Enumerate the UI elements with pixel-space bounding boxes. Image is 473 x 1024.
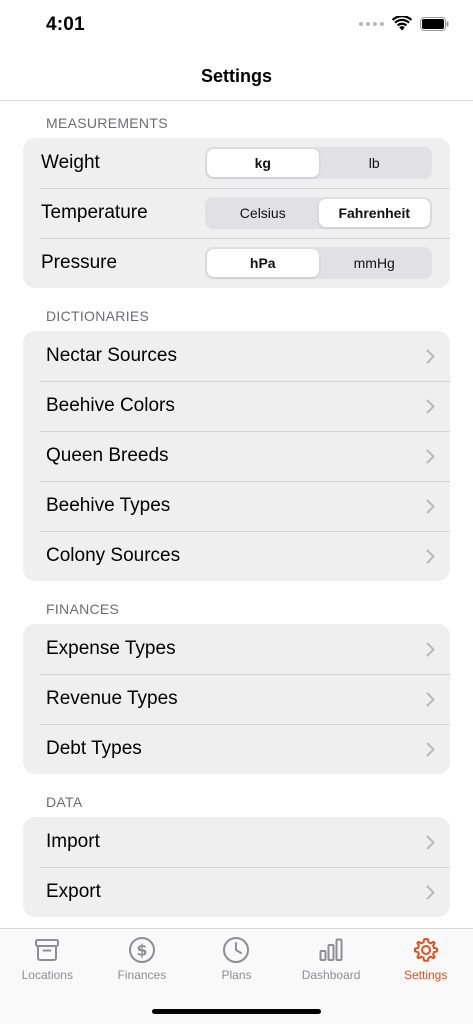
chevron-right-icon xyxy=(410,885,450,900)
signal-dots-icon xyxy=(359,21,384,26)
list-item-label: Export xyxy=(46,881,101,902)
chevron-right-icon xyxy=(410,399,450,414)
gear-icon xyxy=(413,938,438,962)
tab-label: Locations xyxy=(21,968,73,982)
list-item-label: Nectar Sources xyxy=(46,345,177,366)
weight-row: Weight kg lb xyxy=(23,138,450,188)
list-item-label: Debt Types xyxy=(46,738,142,759)
temperature-label: Temperature xyxy=(41,202,148,223)
status-time: 4:01 xyxy=(46,14,85,35)
list-item-beehive-colors[interactable]: Beehive Colors xyxy=(23,381,450,431)
temperature-option-fahrenheit[interactable]: Fahrenheit xyxy=(318,199,430,227)
chevron-right-icon xyxy=(410,349,450,364)
list-item-label: Import xyxy=(46,831,100,852)
temperature-option-celsius[interactable]: Celsius xyxy=(207,199,319,227)
list-item-label: Expense Types xyxy=(46,638,176,659)
list-item-label: Revenue Types xyxy=(46,688,178,709)
page-title: Settings xyxy=(200,65,272,86)
chevron-right-icon xyxy=(410,449,450,464)
weight-label: Weight xyxy=(41,152,100,173)
list-item-expense-types[interactable]: Expense Types xyxy=(23,624,450,674)
section-header-data: DATA xyxy=(46,794,83,810)
chevron-right-icon xyxy=(410,692,450,707)
pressure-option-hpa[interactable]: hPa xyxy=(207,249,319,277)
home-indicator[interactable] xyxy=(152,1009,321,1014)
tab-finances[interactable]: $ Finances xyxy=(95,929,190,991)
section-header-finances: FINANCES xyxy=(46,601,120,617)
battery-icon xyxy=(420,16,449,31)
list-item-queen-breeds[interactable]: Queen Breeds xyxy=(23,431,450,481)
list-item-colony-sources[interactable]: Colony Sources xyxy=(23,531,450,581)
navigation-bar: Settings xyxy=(0,52,473,101)
weight-option-kg[interactable]: kg xyxy=(207,149,319,177)
chevron-right-icon xyxy=(410,642,450,657)
chevron-right-icon xyxy=(410,549,450,564)
measurements-group: Weight kg lb Temperature Celsius Fahrenh… xyxy=(23,138,450,288)
section-header-dictionaries: DICTIONARIES xyxy=(46,308,150,324)
chevron-right-icon xyxy=(410,835,450,850)
status-bar: 4:01 xyxy=(0,0,473,52)
list-item-label: Beehive Types xyxy=(46,495,171,516)
chevron-right-icon xyxy=(410,742,450,757)
tab-label: Settings xyxy=(403,968,448,982)
archive-box-icon xyxy=(35,939,60,961)
dictionaries-group: Nectar Sources Beehive Colors Queen Bree… xyxy=(23,331,450,581)
pressure-label: Pressure xyxy=(41,252,118,273)
tab-settings[interactable]: Settings xyxy=(378,929,473,991)
weight-option-lb[interactable]: lb xyxy=(319,149,431,177)
temperature-unit-segmented-control[interactable]: Celsius Fahrenheit xyxy=(205,197,432,229)
tab-label: Plans xyxy=(221,968,252,982)
status-icons xyxy=(359,16,449,31)
list-item-debt-types[interactable]: Debt Types xyxy=(23,724,450,774)
tab-plans[interactable]: Plans xyxy=(189,929,284,991)
clock-icon xyxy=(223,937,250,963)
list-item-import[interactable]: Import xyxy=(23,817,450,867)
tab-label: Dashboard xyxy=(301,968,361,982)
settings-list[interactable]: MEASUREMENTS Weight kg lb Temperature Ce… xyxy=(0,101,473,928)
list-item-label: Colony Sources xyxy=(46,545,181,566)
pressure-option-mmhg[interactable]: mmHg xyxy=(319,249,431,277)
weight-unit-segmented-control[interactable]: kg lb xyxy=(205,147,432,179)
wifi-icon xyxy=(392,16,412,31)
tab-locations[interactable]: Locations xyxy=(0,929,95,991)
chevron-right-icon xyxy=(410,499,450,514)
list-item-revenue-types[interactable]: Revenue Types xyxy=(23,674,450,724)
data-group: Import Export xyxy=(23,817,450,917)
finances-group: Expense Types Revenue Types Debt Types xyxy=(23,624,450,774)
tab-dashboard[interactable]: Dashboard xyxy=(284,929,379,991)
list-item-label: Queen Breeds xyxy=(46,445,169,466)
list-item-beehive-types[interactable]: Beehive Types xyxy=(23,481,450,531)
temperature-row: Temperature Celsius Fahrenheit xyxy=(23,188,450,238)
section-header-measurements: MEASUREMENTS xyxy=(46,115,168,131)
dollar-circle-icon: $ xyxy=(128,937,155,963)
tab-bar: Locations $ Finances Plans Dashboard Set… xyxy=(0,928,473,1024)
tab-label: Finances xyxy=(117,968,167,982)
list-item-nectar-sources[interactable]: Nectar Sources xyxy=(23,331,450,381)
bar-chart-icon xyxy=(319,938,343,961)
pressure-unit-segmented-control[interactable]: hPa mmHg xyxy=(205,247,432,279)
list-item-export[interactable]: Export xyxy=(23,867,450,917)
svg-text:$: $ xyxy=(136,941,147,960)
pressure-row: Pressure hPa mmHg xyxy=(23,238,450,288)
list-item-label: Beehive Colors xyxy=(46,395,175,416)
